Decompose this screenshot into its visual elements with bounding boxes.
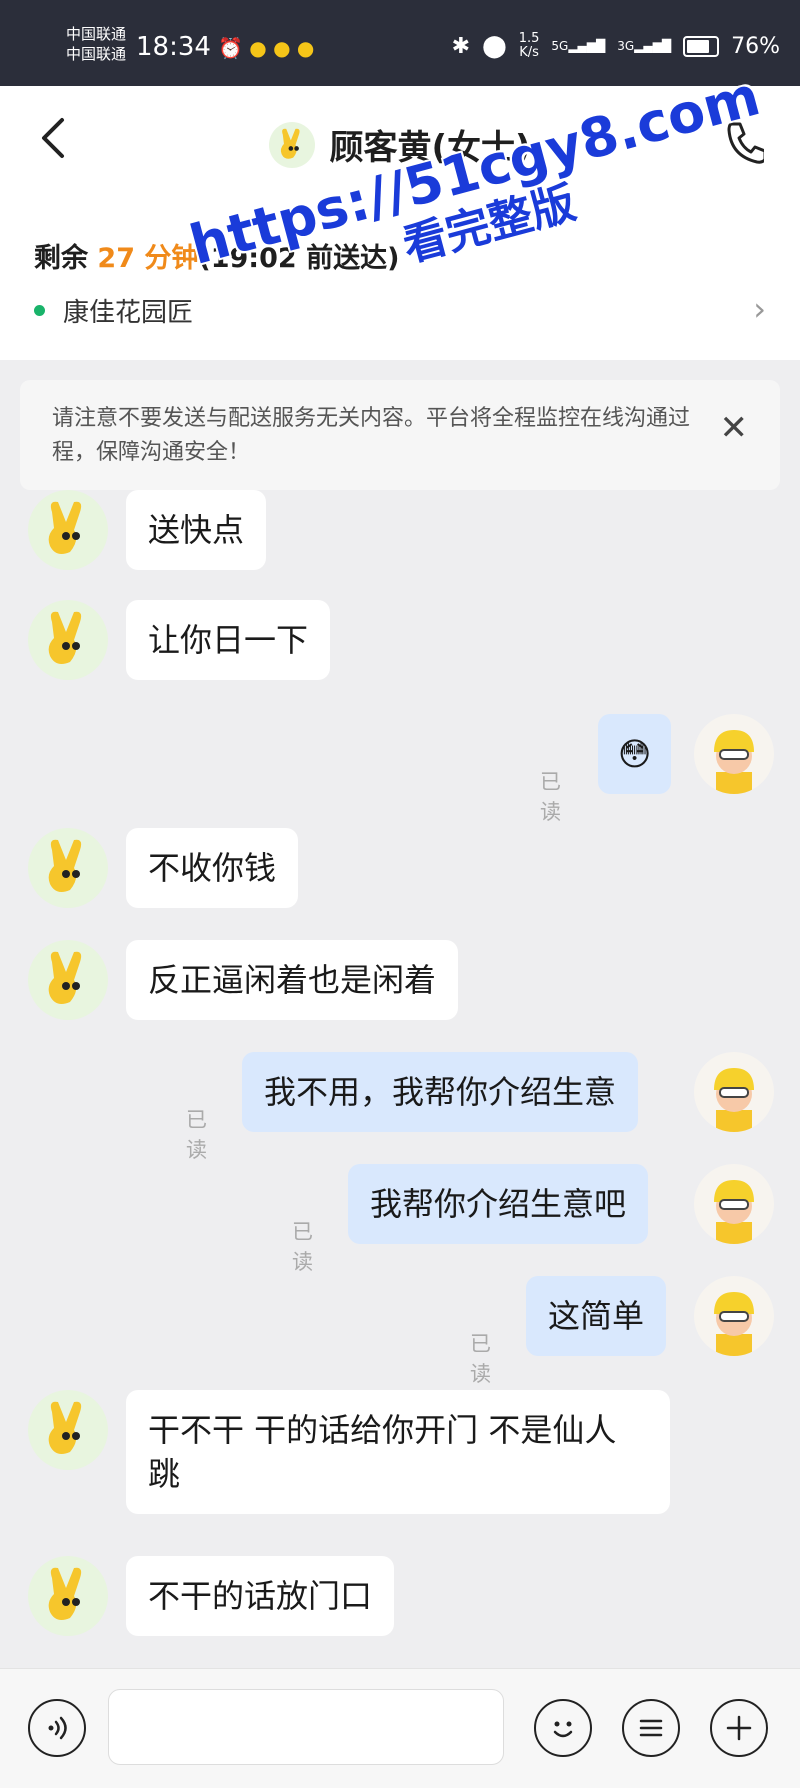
close-icon[interactable]: ✕	[720, 408, 749, 448]
remaining-minutes: 27 分钟	[97, 243, 199, 274]
notification-icons: ⏰ ● ● ●	[218, 36, 314, 60]
customer-avatar[interactable]	[28, 828, 108, 908]
read-receipt: 已读	[292, 1220, 313, 1274]
app-notification-icon: ●	[296, 36, 315, 60]
customer-avatar[interactable]	[28, 1390, 108, 1470]
chevron-right-icon[interactable]: ›	[753, 290, 766, 328]
carrier-info: 中国联通 中国联通	[66, 24, 126, 64]
location-icon: ⬤	[482, 33, 507, 59]
network-speed: 1.5 K/s	[518, 31, 540, 60]
status-right: ✱ ⬤ 1.5 K/s 5G▂▄▆█ 3G▂▄▆█ 76%	[452, 32, 780, 60]
status-time: 18:34	[136, 32, 211, 62]
message-bubble[interactable]: 让你日一下	[126, 600, 331, 680]
bluetooth-icon: ✱	[451, 33, 471, 59]
emoji-icon[interactable]	[534, 1699, 592, 1757]
rider-avatar[interactable]	[694, 1276, 774, 1356]
read-receipt: 已读	[540, 770, 561, 824]
message-bubble[interactable]: 送快点	[126, 490, 267, 570]
input-bar	[0, 1668, 800, 1788]
message-bubble[interactable]: 😳	[598, 714, 672, 794]
message-bubble[interactable]: 我帮你介绍生意吧	[348, 1164, 649, 1244]
customer-avatar[interactable]	[28, 1556, 108, 1636]
signal-3g: 3G▂▄▆█	[617, 39, 672, 53]
message-bubble[interactable]: 反正逼闲着也是闲着	[126, 940, 459, 1020]
status-dot-icon	[34, 305, 45, 316]
rider-avatar[interactable]	[694, 1164, 774, 1244]
delivery-address: 康佳花园匠	[63, 298, 194, 328]
rider-avatar[interactable]	[694, 714, 774, 794]
battery-level: 76%	[731, 33, 780, 59]
rider-avatar[interactable]	[694, 1052, 774, 1132]
plus-icon[interactable]	[710, 1699, 768, 1757]
list-icon[interactable]	[622, 1699, 680, 1757]
customer-avatar[interactable]	[28, 490, 108, 570]
alarm-icon: ⏰	[218, 36, 243, 60]
message-input[interactable]	[108, 1689, 504, 1765]
message-bubble[interactable]: 干不干 干的话给你开门 不是仙人跳	[126, 1390, 670, 1514]
carrier-1: 中国联通	[66, 25, 127, 43]
customer-avatar-icon	[269, 121, 316, 168]
carrier-2: 中国联通	[66, 45, 127, 63]
message-bubble[interactable]: 这简单	[526, 1276, 667, 1356]
app-notification-icon: ●	[249, 36, 267, 60]
safety-notice: 请注意不要发送与配送服务无关内容。平台将全程监控在线沟通过程，保障沟通安全！ ✕	[20, 380, 780, 490]
customer-avatar[interactable]	[28, 940, 108, 1020]
read-receipt: 已读	[186, 1108, 207, 1162]
battery-icon	[683, 35, 720, 57]
voice-icon[interactable]	[28, 1699, 86, 1757]
message-bubble[interactable]: 不干的话放门口	[126, 1556, 395, 1636]
customer-avatar[interactable]	[28, 600, 108, 680]
address-row: 康佳花园匠	[34, 292, 193, 329]
signal-5g: 5G▂▄▆█	[551, 39, 606, 53]
message-bubble[interactable]: 我不用，我帮你介绍生意	[242, 1052, 639, 1132]
status-bar: 中国联通 中国联通 18:34 ⏰ ● ● ● ✱ ⬤ 1.5 K/s 5G▂▄…	[0, 0, 800, 86]
app-notification-icon: ●	[273, 36, 291, 60]
notice-text: 请注意不要发送与配送服务无关内容。平台将全程监控在线沟通过程，保障沟通安全！	[52, 406, 691, 465]
read-receipt: 已读	[470, 1332, 491, 1386]
message-bubble[interactable]: 不收你钱	[126, 828, 299, 908]
